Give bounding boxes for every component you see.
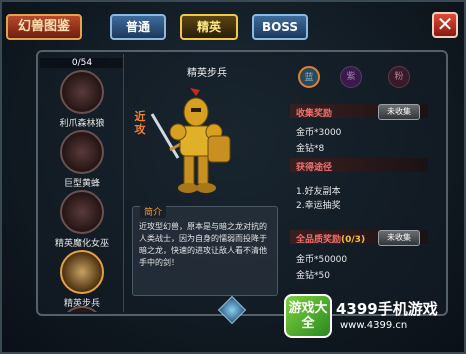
tab-boss[interactable]: BOSS	[252, 14, 308, 40]
full-reward-diamond: 金钻*50	[296, 271, 330, 281]
description-tag: 简介	[140, 205, 167, 218]
avatar	[60, 250, 104, 294]
avatar	[60, 70, 104, 114]
list-item-witch[interactable]: 精英魔化女巫	[46, 190, 118, 249]
collection-count: 0/54	[40, 58, 123, 68]
bestiary-title: 幻兽图鉴	[6, 14, 82, 40]
list-item-partial[interactable]	[46, 306, 118, 312]
role-badge: 近攻	[134, 110, 146, 136]
full-reward-label: 全品质奖励(0/3)	[296, 232, 365, 245]
collect-status-button[interactable]: 未收集	[378, 104, 420, 120]
close-icon: ✕	[436, 12, 454, 36]
watermark-logo: 游戏大全	[284, 294, 332, 338]
description-box: 近攻型幻兽，原本是与暗之龙对抗的人类战士，因为自身的懦弱而投降于暗之龙，快速的进…	[132, 206, 278, 296]
list-item-label: 巨型黄蜂	[63, 179, 100, 189]
list-item-infantry[interactable]: 精英步兵	[46, 250, 118, 309]
quality-orb-blue[interactable]: 蓝	[298, 66, 320, 88]
avatar	[60, 306, 104, 312]
source-item: 1.好友副本	[296, 187, 341, 197]
list-item-wasp[interactable]: 巨型黄蜂	[46, 130, 118, 189]
source-label: 获得途径	[296, 163, 333, 173]
full-reward-gold: 金币*50000	[296, 255, 348, 265]
knight-figure	[150, 88, 231, 193]
tab-elite[interactable]: 精英	[180, 14, 238, 40]
avatar	[60, 130, 104, 174]
avatar	[60, 190, 104, 234]
reward-gold: 金币*3000	[296, 128, 342, 138]
watermark-url: www.4399.cn	[340, 320, 408, 331]
monster-list[interactable]: 0/54 利爪森林狼 巨型黄蜂 精英魔化女巫 精英步兵	[40, 54, 124, 312]
unit-name: 精英步兵	[187, 68, 227, 79]
close-button[interactable]: ✕	[432, 12, 458, 38]
list-item-label: 精英魔化女巫	[54, 239, 109, 249]
full-collect-status-button[interactable]: 未收集	[378, 230, 420, 246]
quality-orb-pink[interactable]: 粉	[388, 66, 410, 88]
description-text: 近攻型幻兽，原本是与暗之龙对抗的人类战士，因为自身的懦弱而投降于暗之龙，快速的进…	[139, 222, 267, 267]
list-item-label: 利爪森林狼	[59, 119, 105, 129]
quality-orb-purple[interactable]: 紫	[340, 66, 362, 88]
full-reward-count: (0/3)	[341, 235, 366, 245]
source-item: 2.幸运抽奖	[296, 201, 341, 211]
full-reward-title: 全品质奖励	[296, 235, 342, 245]
list-item-wolf[interactable]: 利爪森林狼	[46, 70, 118, 129]
watermark-text: 4399手机游戏	[336, 300, 438, 318]
tab-normal[interactable]: 普通	[110, 14, 166, 40]
reward-diamond: 金钻*8	[296, 144, 325, 154]
collect-reward-label: 收集奖励	[296, 109, 333, 119]
